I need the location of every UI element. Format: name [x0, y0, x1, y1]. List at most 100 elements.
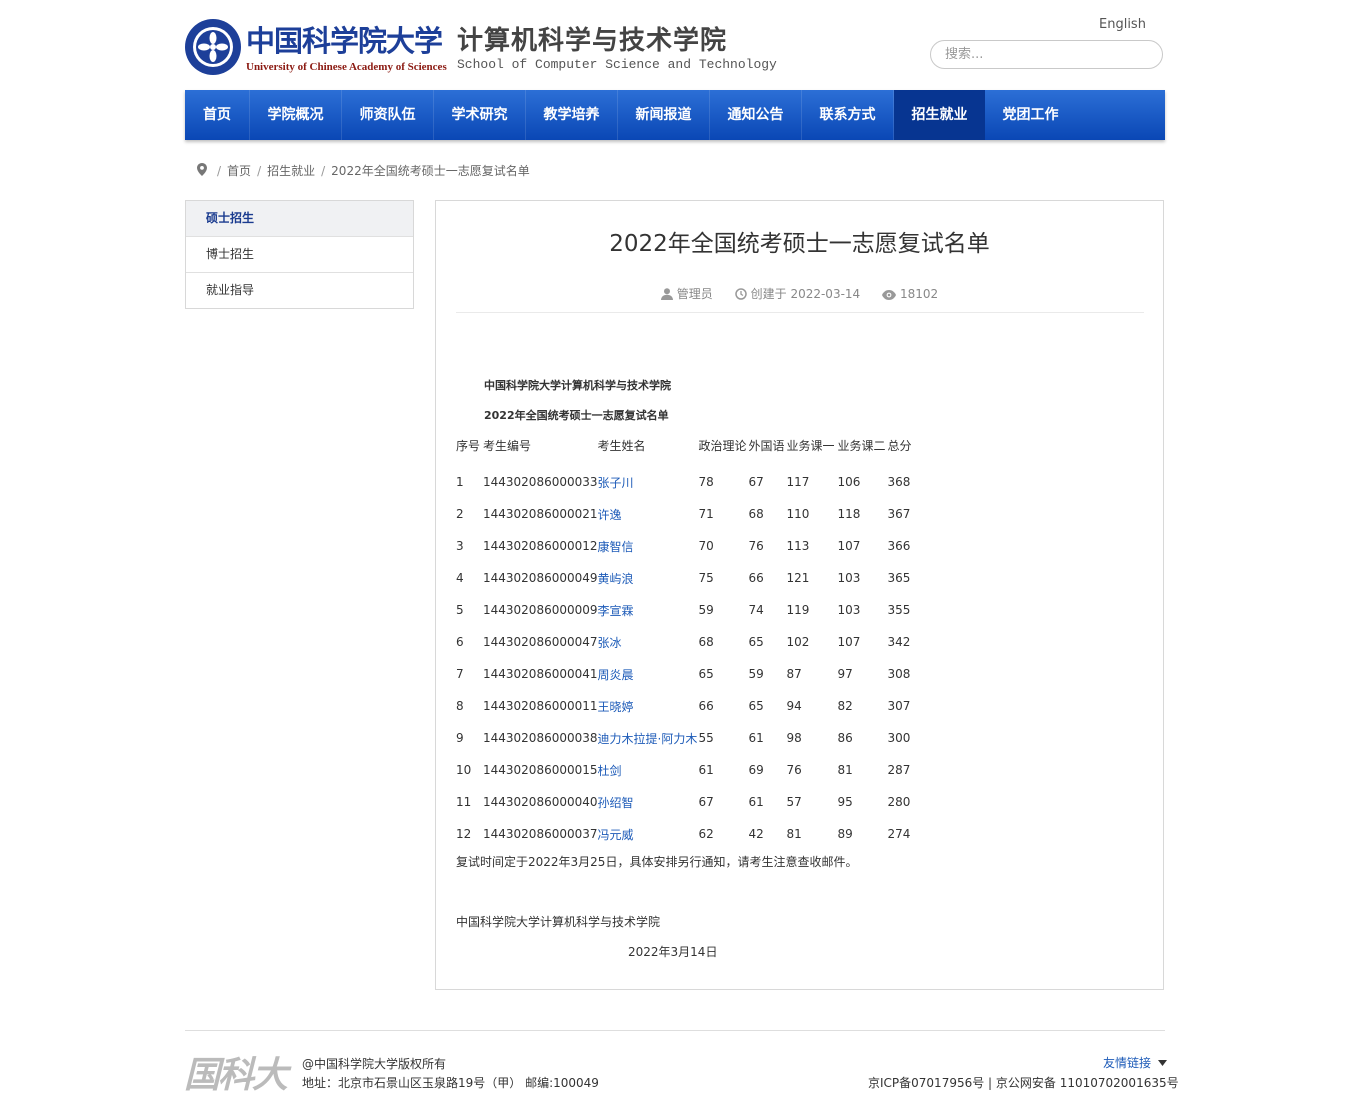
eye-icon	[882, 287, 900, 301]
table-row: 11 144302086000040 孙绍智 67 61 57 95 280	[456, 786, 928, 818]
nav-item-party[interactable]: 党团工作	[985, 90, 1076, 140]
sidebar-item-phd-admissions[interactable]: 博士招生	[186, 236, 413, 272]
table-cell-course-1: 113	[786, 539, 810, 553]
table-cell-course-1: 117	[786, 475, 810, 489]
table-cell-total: 287	[887, 763, 911, 777]
friend-links-dropdown[interactable]: 友情链接	[1103, 1054, 1167, 1071]
nav-item-contact[interactable]: 联系方式	[802, 90, 893, 140]
table-cell-foreign-language: 61	[748, 731, 764, 745]
table-cell-politics: 62	[698, 827, 714, 841]
table-cell-total: 300	[887, 731, 911, 745]
table-header-politics: 政治理论	[698, 438, 747, 453]
table-row: 7 144302086000041 周炎晨 65 59 87 97 308	[456, 658, 928, 690]
table-cell-course-2: 107	[837, 539, 861, 553]
table-cell-candidate-id: 144302086000041	[483, 667, 598, 681]
table-cell-total: 355	[887, 603, 911, 617]
table-row: 10 144302086000015 杜剑 61 69 76 81 287	[456, 754, 928, 786]
school-heading: 中国科学院大学计算机科学与技术学院	[484, 379, 671, 392]
footer-icp: 京ICP备07017956号 | 京公网安备 11010702001635号	[868, 1076, 1179, 1090]
table-cell-politics: 75	[698, 571, 714, 585]
breadcrumb: / 首页 / 招生就业 / 2022年全国统考硕士一志愿复试名单	[197, 162, 530, 179]
table-cell-total: 307	[887, 699, 911, 713]
main-nav: 首页 学院概况 师资队伍 学术研究 教学培养 新闻报道 通知公告 联系方式 招生…	[185, 90, 1165, 140]
nav-item-admissions[interactable]: 招生就业	[894, 90, 985, 140]
search-input[interactable]	[931, 41, 1145, 68]
table-cell-candidate-name: 孙绍智	[597, 795, 634, 810]
table-cell-candidate-id: 144302086000009	[483, 603, 598, 617]
footer-logo: 国科大	[184, 1054, 288, 1096]
table-cell-seq: 1	[456, 475, 464, 489]
table-cell-candidate-name: 杜剑	[597, 763, 622, 778]
table-header-course-2: 业务课二	[837, 438, 886, 453]
table-cell-course-2: 106	[837, 475, 861, 489]
table-row: 5 144302086000009 李宣霖 59 74 119 103 355	[456, 594, 928, 626]
table-cell-foreign-language: 65	[748, 699, 764, 713]
nav-item-home[interactable]: 首页	[185, 90, 249, 140]
ucas-emblem-icon[interactable]	[184, 18, 242, 76]
table-cell-foreign-language: 76	[748, 539, 764, 553]
table-cell-candidate-name: 张冰	[597, 635, 622, 650]
table-row: 3 144302086000012 康智信 70 76 113 107 366	[456, 530, 928, 562]
table-cell-course-2: 86	[837, 731, 853, 745]
table-cell-seq: 4	[456, 571, 464, 585]
table-cell-foreign-language: 66	[748, 571, 764, 585]
university-name-cn[interactable]: 中国科学院大学	[246, 18, 443, 60]
table-cell-total: 367	[887, 507, 911, 521]
table-row: 4 144302086000049 黄屿浪 75 66 121 103 365	[456, 562, 928, 594]
table-cell-candidate-id: 144302086000038	[483, 731, 598, 745]
location-pin-icon	[197, 162, 207, 179]
table-cell-total: 366	[887, 539, 911, 553]
user-icon	[660, 287, 677, 301]
table-cell-course-1: 57	[786, 795, 802, 809]
article-panel: 2022年全国统考硕士一志愿复试名单 管理员 创建于 2022-03-14 18…	[435, 200, 1164, 990]
table-cell-course-1: 87	[786, 667, 802, 681]
table-cell-foreign-language: 59	[748, 667, 764, 681]
sidebar-item-career-guidance[interactable]: 就业指导	[186, 272, 413, 308]
breadcrumb-section[interactable]: 招生就业	[267, 162, 315, 179]
article-title: 2022年全国统考硕士一志愿复试名单	[609, 231, 990, 257]
table-cell-candidate-id: 144302086000037	[483, 827, 598, 841]
caret-down-icon	[1155, 1056, 1167, 1070]
nav-item-news[interactable]: 新闻报道	[618, 90, 709, 140]
table-cell-total: 280	[887, 795, 911, 809]
sidebar-item-master-admissions[interactable]: 硕士招生	[186, 201, 413, 236]
table-header-total: 总分	[887, 438, 912, 453]
table-cell-course-1: 110	[786, 507, 810, 521]
table-cell-seq: 5	[456, 603, 464, 617]
school-name-en: School of Computer Science and Technolog…	[457, 57, 777, 72]
table-cell-seq: 10	[456, 763, 472, 777]
table-cell-candidate-id: 144302086000021	[483, 507, 598, 521]
english-link[interactable]: English	[1099, 17, 1146, 32]
table-cell-total: 365	[887, 571, 911, 585]
table-cell-course-1: 94	[786, 699, 802, 713]
search-box	[930, 40, 1163, 69]
table-cell-course-1: 76	[786, 763, 802, 777]
article-created-date: 创建于 2022-03-14	[750, 287, 861, 301]
table-cell-total: 368	[887, 475, 911, 489]
table-cell-seq: 11	[456, 795, 472, 809]
nav-item-faculty[interactable]: 师资队伍	[342, 90, 433, 140]
breadcrumb-current: 2022年全国统考硕士一志愿复试名单	[331, 164, 530, 178]
table-cell-candidate-id: 144302086000040	[483, 795, 598, 809]
table-cell-politics: 66	[698, 699, 714, 713]
breadcrumb-home[interactable]: 首页	[227, 162, 251, 179]
table-header-row: 序号 考生编号 考生姓名 政治理论 外国语 业务课一 业务课二 总分	[456, 434, 928, 466]
table-cell-candidate-name: 周炎晨	[597, 667, 634, 682]
table-cell-course-2: 118	[837, 507, 861, 521]
table-cell-candidate-id: 144302086000012	[483, 539, 598, 553]
table-cell-foreign-language: 65	[748, 635, 764, 649]
table-cell-politics: 59	[698, 603, 714, 617]
table-cell-course-2: 95	[837, 795, 853, 809]
breadcrumb-separator: /	[321, 163, 326, 178]
nav-item-education[interactable]: 教学培养	[526, 90, 617, 140]
nav-item-about[interactable]: 学院概况	[250, 90, 341, 140]
table-cell-politics: 71	[698, 507, 714, 521]
table-cell-candidate-name: 冯元威	[597, 827, 634, 842]
table-cell-course-2: 89	[837, 827, 853, 841]
footer-copyright: @中国科学院大学版权所有	[302, 1057, 447, 1071]
nav-item-notices[interactable]: 通知公告	[710, 90, 801, 140]
nav-item-research[interactable]: 学术研究	[434, 90, 525, 140]
table-cell-politics: 65	[698, 667, 714, 681]
breadcrumb-separator: /	[217, 163, 222, 178]
table-cell-foreign-language: 42	[748, 827, 764, 841]
